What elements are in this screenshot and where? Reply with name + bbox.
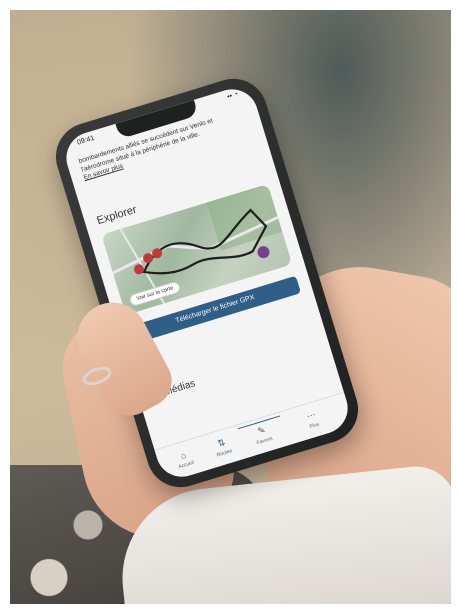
status-time: 09:41 <box>76 134 96 147</box>
end-marker <box>257 246 270 259</box>
tab-more[interactable]: ⋯ Plus <box>291 405 335 435</box>
explore-title: Explorer <box>95 203 139 228</box>
status-icons: ▪▪ ◔ <box>226 90 240 101</box>
tab-more-label: Plus <box>308 421 320 431</box>
tab-routes[interactable]: ⇅ Routes <box>201 432 245 462</box>
tab-home[interactable]: ⌂ Accueil <box>163 445 207 474</box>
